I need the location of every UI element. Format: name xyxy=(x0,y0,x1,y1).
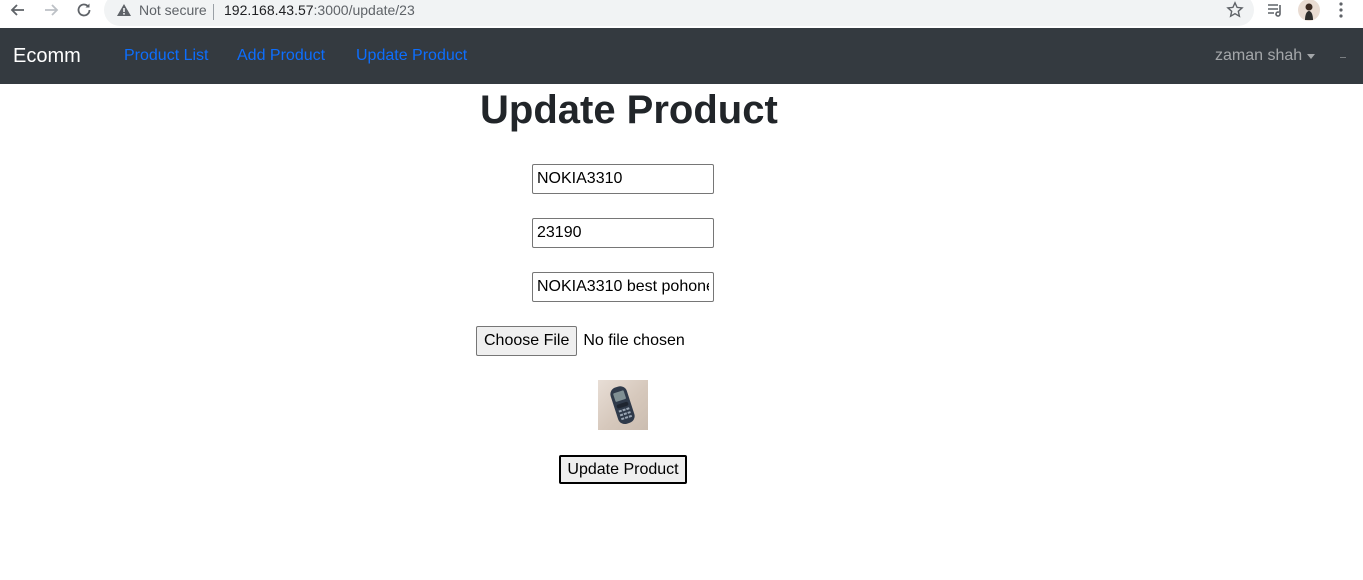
forward-button[interactable] xyxy=(40,0,62,20)
user-name: zaman shah xyxy=(1215,47,1303,64)
nav-product-list[interactable]: Product List xyxy=(124,47,208,65)
star-icon[interactable] xyxy=(1226,1,1244,19)
url-host: 192.168.43.57 xyxy=(224,2,314,18)
caret-down-icon xyxy=(1307,53,1316,59)
warning-icon xyxy=(117,4,131,16)
product-image xyxy=(598,380,648,430)
navbar-divider xyxy=(1340,57,1346,58)
file-status: No file chosen xyxy=(583,332,685,349)
avatar xyxy=(1298,0,1320,21)
url-path: :3000/update/23 xyxy=(313,2,415,18)
address-bar[interactable]: Not secure 192.168.43.57:3000/update/23 xyxy=(104,0,1254,26)
nav-add-product[interactable]: Add Product xyxy=(237,47,325,65)
reading-list-icon xyxy=(1268,4,1281,17)
choose-file-button[interactable]: Choose File xyxy=(476,326,578,356)
product-name-input[interactable] xyxy=(532,164,714,194)
kebab-menu-icon xyxy=(1339,2,1343,18)
navbar: Ecomm Product List Add Product Update Pr… xyxy=(0,28,1363,84)
reload-button[interactable] xyxy=(73,0,95,20)
file-upload: Choose File No file chosen xyxy=(476,326,685,356)
page-title: Update Product xyxy=(480,88,778,132)
nav-update-product[interactable]: Update Product xyxy=(356,47,467,65)
security-label[interactable]: Not secure xyxy=(139,2,207,18)
omnibox-divider xyxy=(213,4,214,20)
url-text[interactable]: 192.168.43.57:3000/update/23 xyxy=(224,2,415,18)
browser-toolbar: Not secure 192.168.43.57:3000/update/23 xyxy=(0,0,1363,28)
back-button[interactable] xyxy=(7,0,29,20)
update-product-button[interactable]: Update Product xyxy=(559,455,687,484)
back-arrow-icon xyxy=(10,4,24,16)
brand-logo[interactable]: Ecomm xyxy=(13,45,81,68)
product-description-input[interactable] xyxy=(532,272,714,302)
reading-list-button[interactable] xyxy=(1266,0,1284,20)
browser-menu-button[interactable] xyxy=(1333,0,1349,20)
product-price-input[interactable] xyxy=(532,218,714,248)
reload-icon xyxy=(77,3,91,17)
forward-arrow-icon xyxy=(45,4,59,16)
profile-button[interactable] xyxy=(1298,0,1320,21)
user-dropdown[interactable]: zaman shah xyxy=(1215,47,1316,65)
